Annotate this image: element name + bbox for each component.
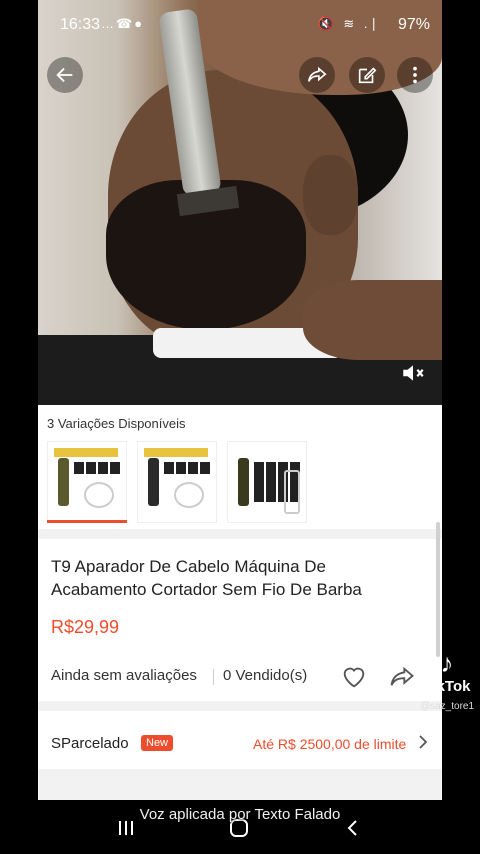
product-info: T9 Aparador De Cabelo Máquina De Acabame… [38,539,442,699]
tiktok-watermark: ♪ TikTok @saz_tore1 [418,648,476,712]
thumb-banner [144,448,208,457]
cable [84,482,114,508]
comb-set [164,462,212,474]
divider [38,529,442,539]
divider [38,701,442,711]
variation-thumb[interactable] [227,441,307,523]
edit-icon [358,67,377,84]
chevron-right-icon [416,733,430,756]
scrollbar[interactable] [436,522,440,657]
variations-section: 3 Variações Disponíveis [38,405,442,529]
signal-icons: 🔇 ≋ .∣ [317,16,380,31]
tiktok-user: @saz_tore1 [419,701,475,712]
tiktok-logo-icon: ♪ [440,648,454,678]
sold-count: 0 Vendido(s) [223,667,308,684]
charger [284,470,300,514]
comb-set [74,462,122,474]
product-video[interactable] [38,0,442,405]
notification-icons: …☎● [101,16,145,31]
volume-mute-icon [403,365,424,381]
phone-screen: 16:33 …☎● 🔇 ≋ .∣ 97% 3 Variações Disponí… [38,0,442,800]
share-icon [307,66,327,82]
credit-limit: Até R$ 2500,00 de limite [253,736,407,752]
back-arrow-icon [56,67,73,83]
parcelado-label: SParcelado [51,735,129,752]
selection-indicator [47,520,127,523]
status-bar: 16:33 …☎● 🔇 ≋ .∣ 97% [38,14,442,40]
share-button[interactable] [299,57,335,93]
heart-icon [343,667,365,688]
trimmer-body [58,458,69,506]
favorite-button[interactable] [340,663,368,696]
status-time: 16:33 [60,16,101,33]
back-button[interactable] [47,57,83,93]
divider [213,669,214,685]
hand [303,280,442,360]
share-product-button[interactable] [388,663,416,696]
cable [174,482,204,508]
ear [303,155,358,235]
battery-level: 97% [397,16,430,33]
more-vertical-icon [413,66,417,84]
thumb-banner [54,448,118,457]
divider [38,769,442,800]
trimmer-body [148,458,159,506]
share-icon [390,666,414,686]
reviews-text[interactable]: Ainda sem avaliações [51,667,197,684]
new-badge: New [141,735,174,751]
mute-button[interactable] [395,355,431,391]
tiktok-brand: TikTok [423,678,471,695]
product-name: T9 Aparador De Cabelo Máquina De Acabame… [51,557,362,599]
edit-button[interactable] [349,57,385,93]
variation-thumb[interactable] [137,441,217,523]
more-button[interactable] [397,57,433,93]
trimmer-body [238,458,249,506]
product-price: R$29,99 [51,617,120,637]
variation-thumb[interactable] [47,441,127,523]
parcelado-row[interactable]: SParcelado New Até R$ 2500,00 de limite [38,717,442,769]
variations-title: 3 Variações Disponíveis [47,416,186,431]
video-caption: Voz aplicada por Texto Falado [139,806,341,823]
